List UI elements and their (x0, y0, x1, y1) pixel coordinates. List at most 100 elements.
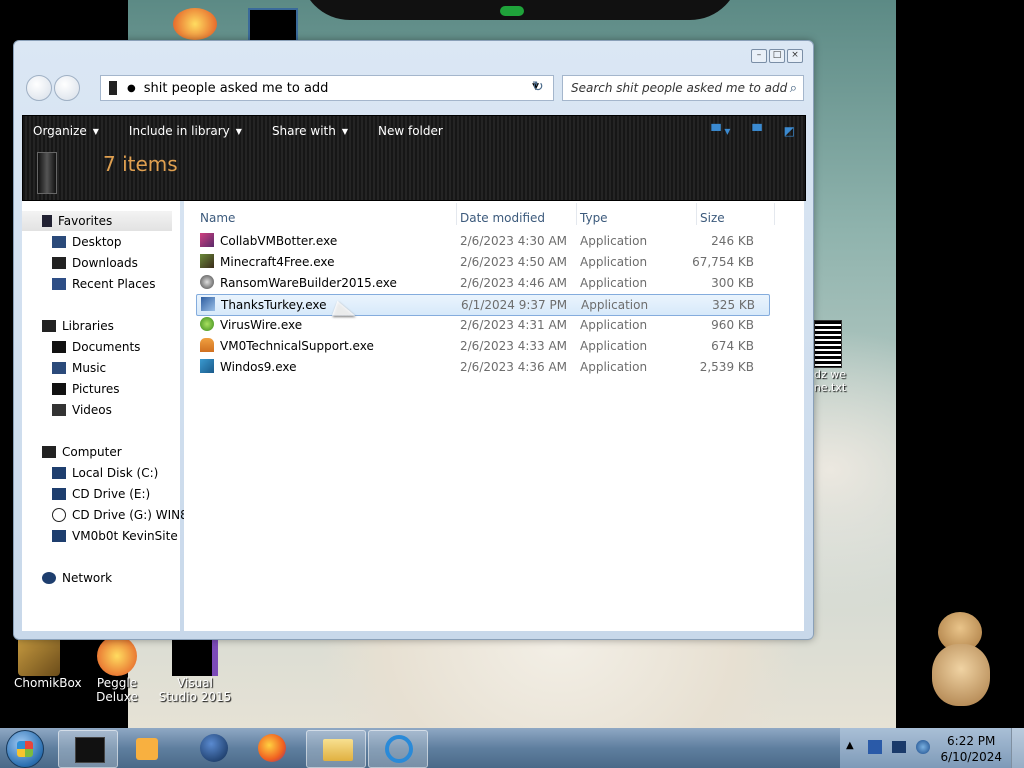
nav-cd-drive-g[interactable]: CD Drive (G:) WIN8.1 (52, 508, 199, 522)
new-folder-label: New folder (378, 124, 443, 138)
file-date: 2/6/2023 4:36 AM (460, 360, 568, 374)
windos-icon (200, 359, 214, 373)
downloads-icon (52, 257, 66, 269)
address-bar[interactable]: ● shit people asked me to add ▼ (100, 75, 554, 101)
share-label: Share with (271, 124, 336, 138)
nav-downloads[interactable]: Downloads (52, 256, 138, 270)
nav-local-disk[interactable]: Local Disk (C:) (52, 466, 158, 480)
share-with-button[interactable]: Share with ▼ (272, 124, 348, 138)
show-desktop-button[interactable] (1011, 728, 1024, 768)
turkey-icon (201, 297, 215, 311)
nav-pictures[interactable]: Pictures (52, 382, 120, 396)
network-icon (42, 572, 56, 584)
nav-network[interactable]: Network (42, 571, 112, 585)
nav-documents[interactable]: Documents (52, 340, 140, 354)
file-row[interactable]: RansomWareBuilder2015.exe 2/6/2023 4:46 … (196, 273, 768, 293)
taskbar-app-firefox[interactable] (242, 730, 300, 766)
nav-buttons (26, 75, 82, 101)
forward-button[interactable] (54, 75, 80, 101)
clock[interactable]: 6:22 PM 6/10/2024 (940, 733, 1002, 765)
desktop-icon-txt[interactable]: dz we ne.txt (808, 320, 848, 394)
maximize-button[interactable]: □ (769, 49, 785, 63)
music-icon (52, 362, 66, 374)
nav-kevinsite[interactable]: VM0b0t KevinSite (52, 529, 178, 543)
column-header-type[interactable]: Type (580, 211, 608, 225)
tray-app-icon[interactable] (868, 740, 882, 754)
gear-icon (200, 275, 214, 289)
nav-libraries[interactable]: Libraries (42, 319, 114, 333)
window-controls: – □ × (751, 49, 803, 63)
file-row[interactable]: CollabVMBotter.exe 2/6/2023 4:30 AM Appl… (196, 231, 768, 251)
column-header-date[interactable]: Date modified (460, 211, 545, 225)
nav-label: Documents (72, 340, 141, 354)
start-button[interactable] (6, 730, 44, 768)
volume-icon[interactable] (916, 740, 930, 754)
change-view-icon[interactable]: ▀ ▾ (711, 124, 730, 138)
internet-explorer-icon (385, 735, 413, 763)
close-button[interactable]: × (787, 49, 803, 63)
back-button[interactable] (26, 75, 52, 101)
taskbar-app-globe[interactable] (184, 730, 242, 766)
computer-icon (42, 446, 56, 458)
nav-music[interactable]: Music (52, 361, 106, 375)
file-row[interactable]: VM0TechnicalSupport.exe 2/6/2023 4:33 AM… (196, 336, 768, 356)
show-hidden-icons-icon[interactable]: ▲ (846, 740, 854, 751)
search-box[interactable]: Search shit people asked me to add ⌕ (562, 75, 804, 101)
address-path: shit people asked me to add (143, 80, 329, 96)
nav-label: CD Drive (G:) WIN8.1 (72, 508, 200, 522)
column-header-size[interactable]: Size (700, 211, 725, 225)
nav-favorites[interactable]: Favorites (22, 211, 172, 231)
include-in-library-button[interactable]: Include in library ▼ (129, 124, 242, 138)
nav-label: Favorites (58, 214, 113, 228)
nav-desktop[interactable]: Desktop (52, 235, 122, 249)
file-row-selected[interactable]: ThanksTurkey.exe 6/1/2024 9:37 PM Applic… (196, 294, 770, 316)
refresh-icon[interactable]: ↻ (532, 79, 544, 95)
desktop-icon-top-2[interactable] (170, 8, 220, 40)
nav-cd-drive-e[interactable]: CD Drive (E:) (52, 487, 150, 501)
pictures-icon (52, 383, 66, 395)
nav-videos[interactable]: Videos (52, 403, 112, 417)
taskbar-app-explorer-dark[interactable] (58, 730, 118, 768)
file-name: ThanksTurkey.exe (221, 298, 327, 312)
taskbar-app-media[interactable] (120, 730, 178, 766)
virus-icon (200, 317, 214, 331)
help-icon[interactable]: ◩ (784, 124, 795, 138)
column-header-name[interactable]: Name (200, 211, 235, 225)
desktop-icon-label: dz we ne.txt (813, 368, 847, 394)
file-size: 325 KB (712, 298, 755, 312)
desktop-icon-label: ChomikBox (14, 676, 82, 690)
search-input[interactable]: Search shit people asked me to add (571, 81, 790, 95)
nav-recent-places[interactable]: Recent Places (52, 277, 155, 291)
nav-label: Downloads (72, 256, 138, 270)
desktop-icon-chomikbox[interactable]: ChomikBox (14, 636, 82, 690)
desktop-icon-top[interactable] (248, 8, 298, 44)
breadcrumb-separator-icon: ● (127, 82, 136, 94)
file-row[interactable]: VirusWire.exe 2/6/2023 4:31 AM Applicati… (196, 315, 768, 335)
search-icon[interactable]: ⌕ (790, 81, 797, 96)
minimize-button[interactable]: – (751, 49, 767, 63)
preview-pane-icon[interactable]: ▀ (752, 124, 761, 138)
clock-date: 6/10/2024 (940, 750, 1002, 764)
taskbar: ▲ 6:22 PM 6/10/2024 (0, 728, 1024, 768)
taskbar-app-folder[interactable] (306, 730, 366, 768)
item-count: 7 items (103, 152, 178, 176)
globe-icon (200, 734, 228, 762)
desktop-icon-visual-studio[interactable]: Visual Studio 2015 (158, 636, 232, 704)
file-row[interactable]: Windos9.exe 2/6/2023 4:36 AM Application… (196, 357, 768, 377)
file-list: Name Date modified Type Size CollabVMBot… (184, 201, 804, 631)
nav-label: Computer (62, 445, 122, 459)
system-tray: ▲ 6:22 PM 6/10/2024 (840, 728, 1024, 768)
organize-button[interactable]: Organize ▼ (33, 124, 99, 138)
nav-computer[interactable]: Computer (42, 445, 122, 459)
taskbar-app-ie[interactable] (368, 730, 428, 768)
new-folder-button[interactable]: New folder (378, 124, 443, 138)
network-status-icon[interactable] (892, 741, 906, 753)
file-row[interactable]: Minecraft4Free.exe 2/6/2023 4:50 AM Appl… (196, 252, 768, 272)
video-file-icon (248, 8, 298, 44)
dark-box-icon (75, 737, 105, 763)
file-type: Application (580, 360, 648, 374)
peggle-icon (97, 636, 137, 676)
support-icon (200, 338, 214, 352)
desktop-icon-peggle[interactable]: Peggle Deluxe (82, 636, 152, 704)
explorer-window: – □ × ● shit people asked me to add ▼ ↻ … (13, 40, 814, 640)
